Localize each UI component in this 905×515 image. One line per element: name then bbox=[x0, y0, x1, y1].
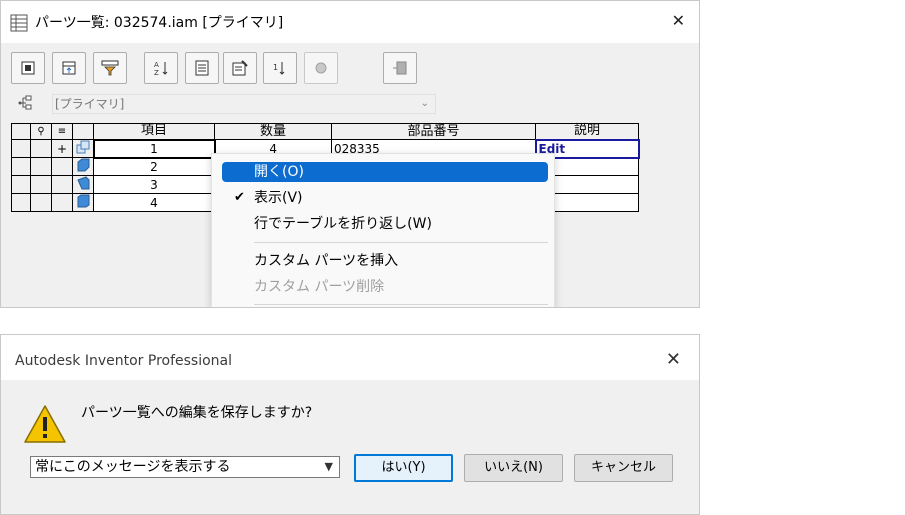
properties-icon bbox=[232, 60, 248, 76]
table-button[interactable] bbox=[185, 52, 219, 84]
compare-button[interactable] bbox=[383, 52, 417, 84]
row-zoom-cell bbox=[30, 157, 52, 176]
header-type bbox=[72, 123, 94, 140]
export-icon bbox=[62, 61, 76, 75]
compare-icon bbox=[393, 61, 407, 75]
save-dialog: Autodesk Inventor Professional ✕ パーツ一覧への… bbox=[0, 334, 700, 515]
chevron-down-icon: ⌄ bbox=[420, 98, 429, 109]
header-description[interactable]: 説明 bbox=[535, 123, 639, 140]
title-bar: パーツ一覧: 032574.iam [プライマリ] ✕ bbox=[1, 1, 699, 43]
dialog-body: パーツ一覧への編集を保存しますか? 常にこのメッセージを表示する ▼ はい(Y)… bbox=[1, 380, 699, 514]
context-menu: 開く(O) ✔ 表示(V) 行でテーブルを折り返し(W) カスタム パーツを挿入 … bbox=[211, 153, 555, 307]
part-icon bbox=[72, 157, 94, 176]
row-selector[interactable] bbox=[11, 157, 31, 176]
header-part-number[interactable]: 部品番号 bbox=[331, 123, 536, 140]
spreadsheet-icon bbox=[195, 60, 209, 76]
merge-icon bbox=[315, 62, 327, 74]
sort-az-icon: AZ bbox=[154, 61, 168, 76]
message-display-dropdown[interactable]: 常にこのメッセージを表示する ▼ bbox=[30, 456, 340, 478]
close-button[interactable]: ✕ bbox=[672, 11, 685, 30]
chevron-down-icon: ▼ bbox=[324, 460, 333, 473]
menu-item-wrap-table[interactable]: 行でテーブルを折り返し(W) bbox=[222, 214, 548, 234]
row-zoom-cell bbox=[30, 193, 52, 212]
part-icon bbox=[72, 193, 94, 212]
window-title: パーツ一覧: 032574.iam [プライマリ] bbox=[35, 15, 284, 31]
dialog-close-button[interactable]: ✕ bbox=[666, 349, 681, 370]
expand-toggle bbox=[51, 157, 73, 176]
cell-item[interactable]: 4 bbox=[93, 193, 215, 212]
table-header-row: ⚲ ≡ 項目 数量 部品番号 説明 bbox=[11, 123, 639, 140]
svg-text:1: 1 bbox=[273, 63, 278, 72]
format-button[interactable] bbox=[93, 52, 127, 84]
filter-button[interactable] bbox=[11, 52, 45, 84]
table-icon bbox=[10, 14, 28, 32]
assembly-icon bbox=[72, 139, 94, 158]
row-selector[interactable] bbox=[11, 175, 31, 194]
parts-list-window: パーツ一覧: 032574.iam [プライマリ] ✕ AZ 1 [プライマリ]… bbox=[0, 0, 700, 308]
filter-icon bbox=[21, 61, 35, 75]
view-select[interactable]: [プライマリ] ⌄ bbox=[52, 94, 436, 114]
sort-button[interactable]: AZ bbox=[144, 52, 178, 84]
menu-item-delete-custom-part: カスタム パーツ削除 bbox=[254, 279, 385, 295]
svg-text:Z: Z bbox=[154, 69, 159, 76]
menu-separator bbox=[254, 242, 548, 243]
merge-button[interactable] bbox=[304, 52, 338, 84]
cancel-button[interactable]: キャンセル bbox=[574, 454, 673, 482]
header-qty[interactable]: 数量 bbox=[214, 123, 332, 140]
part-icon bbox=[72, 175, 94, 194]
row-selector[interactable] bbox=[11, 139, 31, 158]
menu-item-insert-custom-part[interactable]: カスタム パーツを挿入 bbox=[222, 251, 548, 271]
menu-item-open[interactable]: 開く(O) bbox=[222, 162, 548, 182]
cell-item[interactable]: 3 bbox=[93, 175, 215, 194]
dialog-title: Autodesk Inventor Professional bbox=[15, 353, 233, 369]
cell-item[interactable]: 1 bbox=[92, 138, 216, 159]
expand-toggle bbox=[51, 193, 73, 212]
funnel-icon bbox=[101, 60, 119, 76]
header-item[interactable]: 項目 bbox=[93, 123, 215, 140]
export-button[interactable] bbox=[52, 52, 86, 84]
expand-toggle bbox=[51, 175, 73, 194]
expand-toggle[interactable]: + bbox=[51, 139, 73, 158]
header-blank bbox=[11, 123, 31, 140]
yes-button[interactable]: はい(Y) bbox=[354, 454, 453, 482]
cell-item[interactable]: 2 bbox=[93, 157, 215, 176]
header-zoom-icon[interactable]: ⚲ bbox=[30, 123, 52, 140]
renumber-button[interactable]: 1 bbox=[263, 52, 297, 84]
no-button[interactable]: いいえ(N) bbox=[464, 454, 563, 482]
hierarchy-icon bbox=[17, 95, 35, 113]
renumber-icon: 1 bbox=[273, 62, 285, 75]
menu-item-view[interactable]: ✔ 表示(V) bbox=[222, 188, 548, 208]
row-selector[interactable] bbox=[11, 193, 31, 212]
warning-icon bbox=[24, 405, 66, 443]
properties-button[interactable] bbox=[223, 52, 257, 84]
row-zoom-cell bbox=[30, 139, 52, 158]
dialog-message: パーツ一覧への編集を保存しますか? bbox=[81, 405, 313, 421]
svg-text:A: A bbox=[154, 61, 159, 69]
header-sort-icon[interactable]: ≡ bbox=[51, 123, 73, 140]
check-icon: ✔ bbox=[234, 190, 245, 205]
row-zoom-cell bbox=[30, 175, 52, 194]
menu-separator bbox=[254, 304, 548, 305]
